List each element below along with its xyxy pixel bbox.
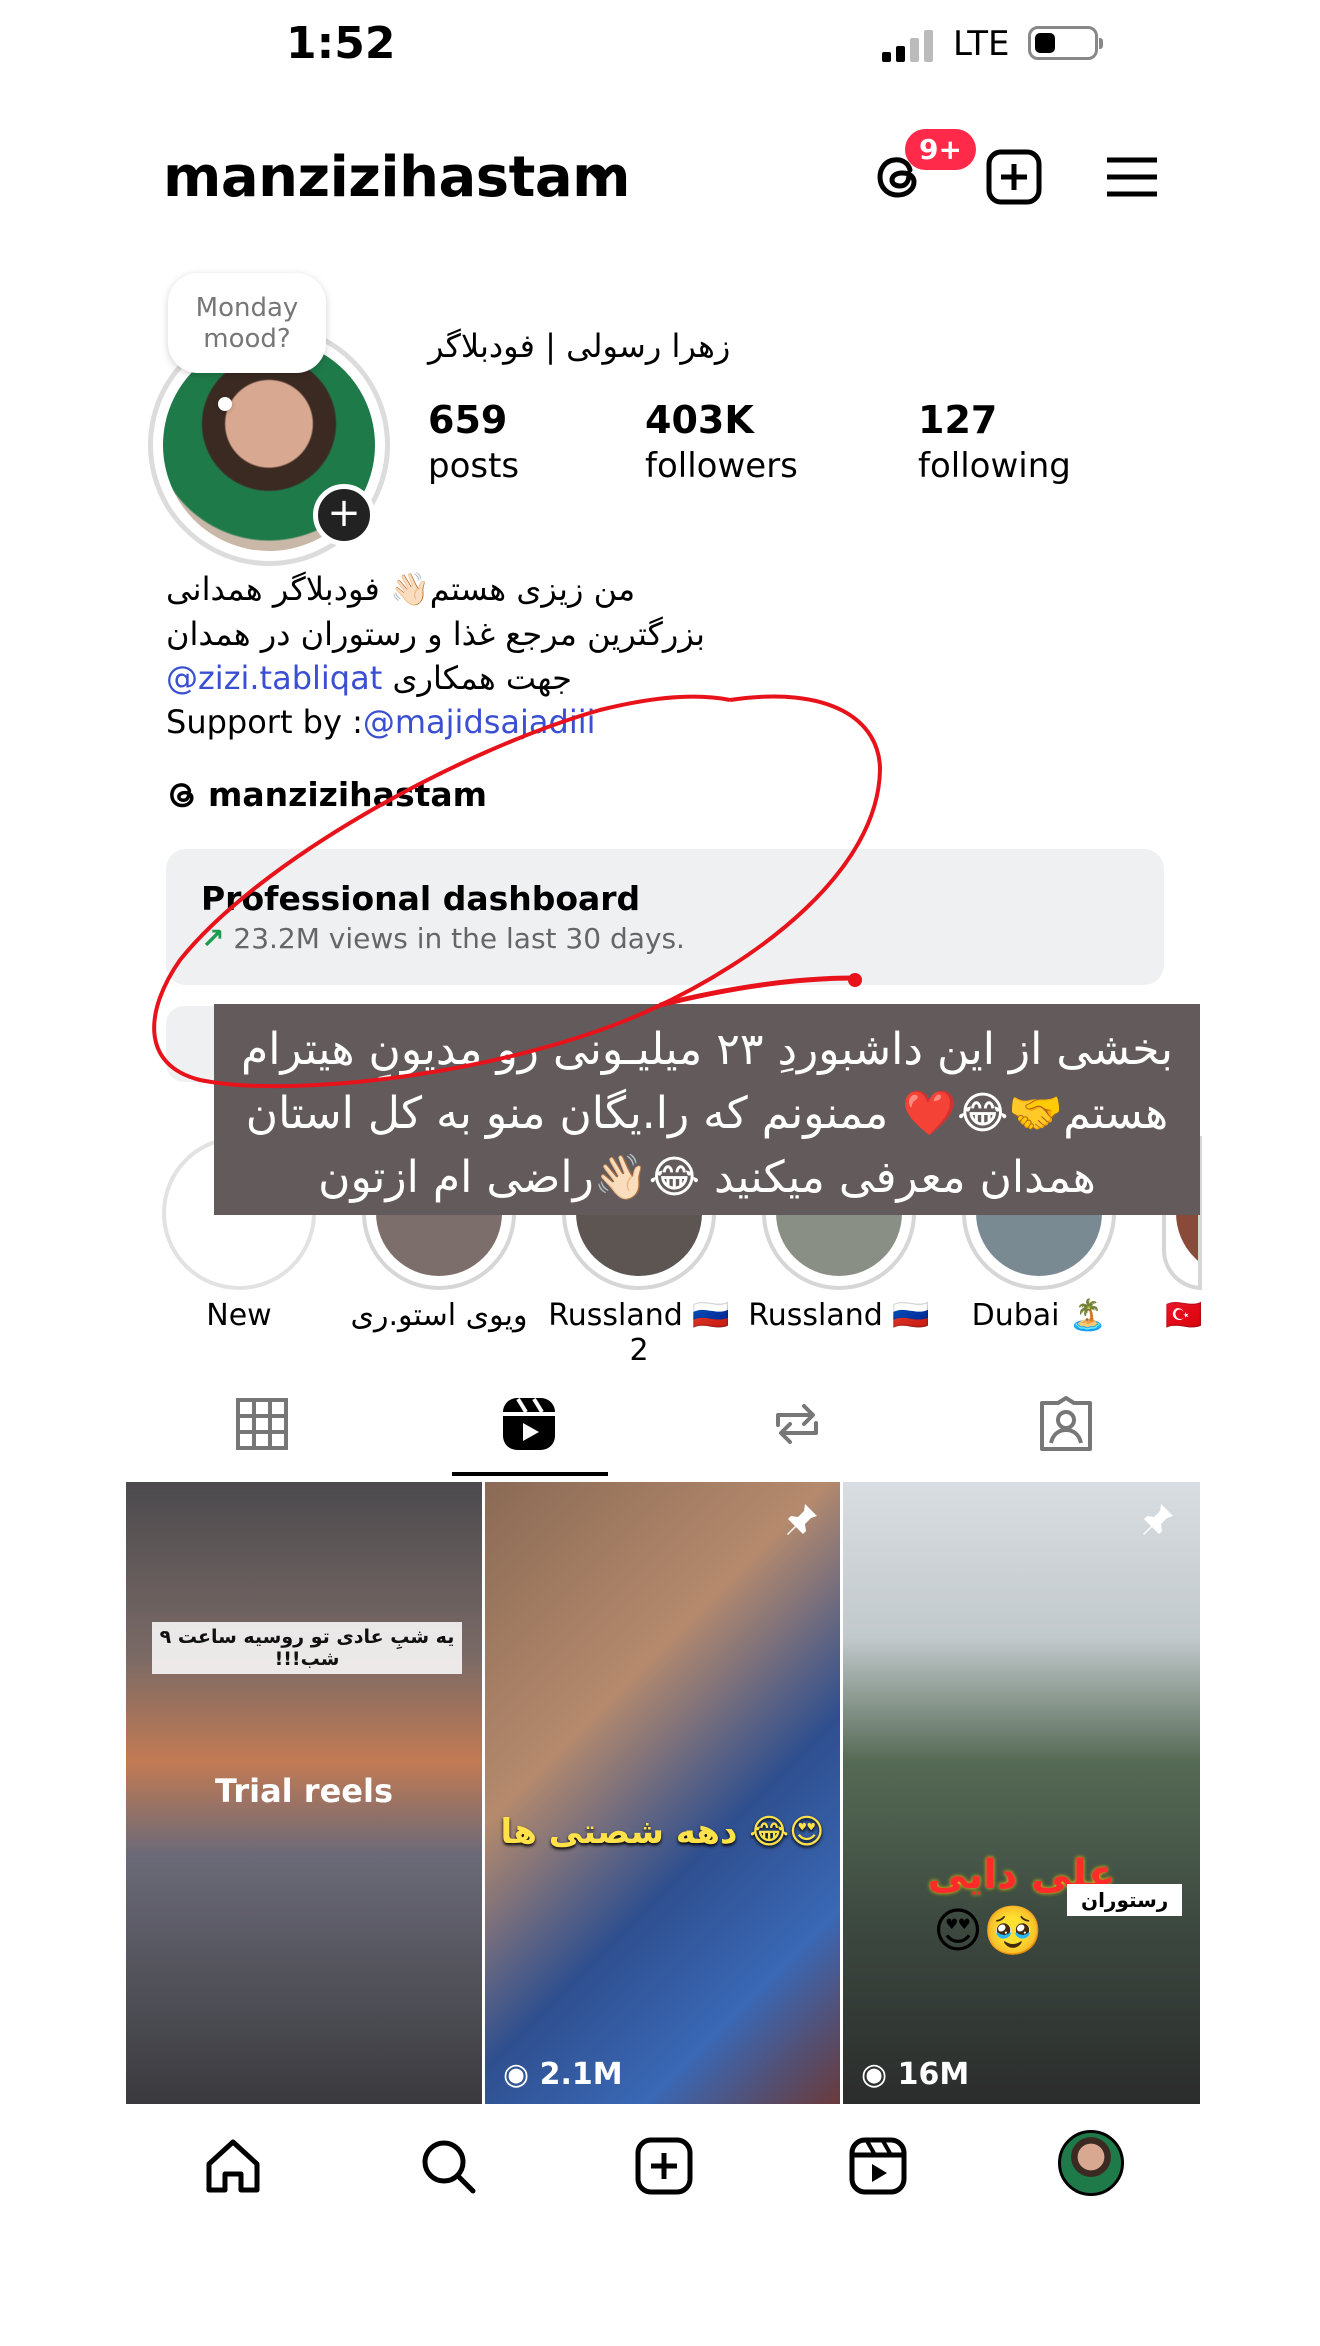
highlight-label[interactable]: 🇹🇷 xyxy=(1165,1298,1205,1333)
highlight-label[interactable]: New xyxy=(134,1298,344,1333)
reel-emojis: 😍🥹 xyxy=(933,1903,1043,1959)
search-icon[interactable] xyxy=(418,2136,478,2196)
highlight-label[interactable]: ویوی استو.ری xyxy=(334,1298,544,1333)
profile-nav-avatar[interactable] xyxy=(1058,2130,1124,2196)
view-count: ◉ 16M xyxy=(861,2057,970,2092)
highlight-label[interactable]: Russland 🇷🇺 xyxy=(734,1298,944,1333)
reels-tab[interactable] xyxy=(500,1395,558,1453)
reel-caption: 😍😂 دهه شصتی ها xyxy=(500,1812,825,1852)
reel-tile[interactable]: علی دایی رستوران 😍🥹 ◉ 16M xyxy=(843,1482,1200,2104)
trial-reels-label: Trial reels xyxy=(215,1772,393,1810)
create-icon[interactable] xyxy=(634,2136,694,2196)
active-tab-indicator xyxy=(452,1472,608,1476)
reel-tile[interactable]: 😍😂 دهه شصتی ها ◉ 2.1M xyxy=(485,1482,840,2104)
highlight-label[interactable]: Russland 🇷🇺 2 xyxy=(534,1298,744,1368)
reel-subcaption: رستوران xyxy=(1067,1884,1183,1916)
pin-icon xyxy=(1143,1504,1173,1535)
reel-caption: یه شبِ عادی تو روسیه ساعت ۹ شب!!! xyxy=(152,1622,462,1674)
tagged-tab[interactable] xyxy=(1037,1395,1095,1453)
highlight-label[interactable]: Dubai 🏝️ xyxy=(934,1298,1144,1333)
view-count: ◉ 2.1M xyxy=(503,2057,623,2092)
reel-tile[interactable]: یه شبِ عادی تو روسیه ساعت ۹ شب!!! Trial … xyxy=(126,1482,482,2104)
annotation-scribble xyxy=(152,694,883,1089)
reposts-tab[interactable] xyxy=(768,1395,826,1453)
home-icon[interactable] xyxy=(203,2136,263,2196)
pin-icon xyxy=(787,1504,817,1535)
grid-tab[interactable] xyxy=(233,1395,291,1453)
play-views-icon: ◉ xyxy=(861,2057,888,2092)
reels-nav-icon[interactable] xyxy=(848,2136,908,2196)
play-views-icon: ◉ xyxy=(503,2057,530,2092)
